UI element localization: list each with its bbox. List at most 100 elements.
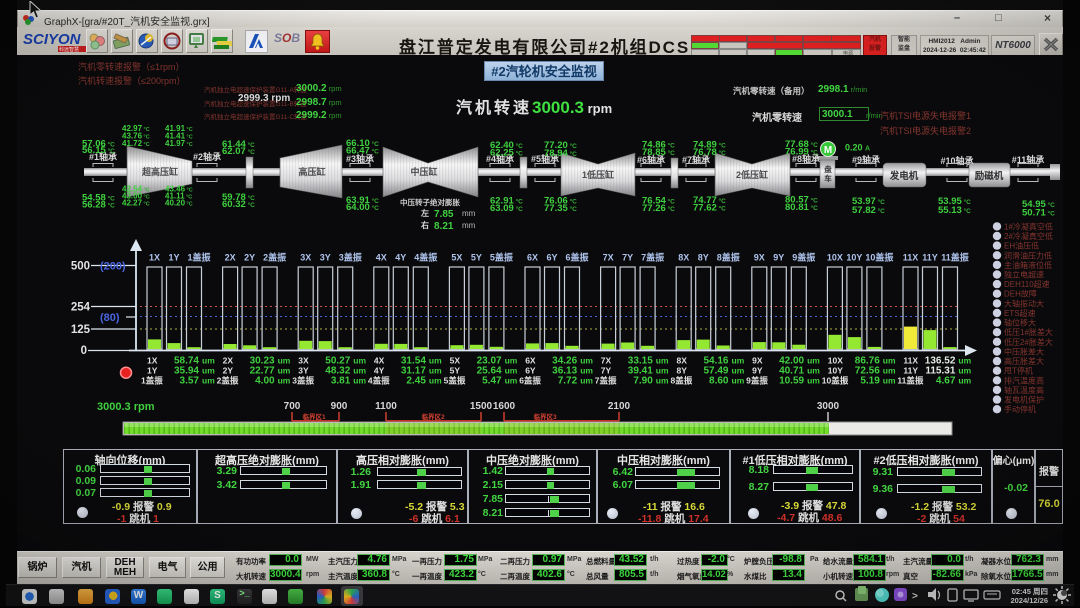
svg-text:4Y: 4Y <box>374 366 385 376</box>
svg-text:3盖振: 3盖振 <box>339 252 363 263</box>
svg-text:um: um <box>807 366 820 376</box>
svg-text:um: um <box>580 356 593 366</box>
svg-text:中压缸: 中压缸 <box>410 166 437 177</box>
svg-text:6Y: 6Y <box>546 253 557 263</box>
svg-text:6盖振: 6盖振 <box>519 376 541 386</box>
svg-text:排汽温度高: 排汽温度高 <box>1004 375 1044 385</box>
svg-text:8X: 8X <box>677 356 688 366</box>
svg-text:0: 0 <box>81 345 87 357</box>
svg-text:7X: 7X <box>601 356 612 366</box>
svg-text:7Y: 7Y <box>601 366 612 376</box>
svg-text:um: um <box>656 366 669 376</box>
svg-text:10.59: 10.59 <box>779 376 804 387</box>
svg-text:临界区3: 临界区3 <box>533 412 557 421</box>
svg-text:2Y: 2Y <box>244 253 255 263</box>
svg-text:1500: 1500 <box>470 401 493 412</box>
svg-text:9X: 9X <box>754 253 765 263</box>
svg-text:900: 900 <box>331 401 348 412</box>
svg-text:8盖振: 8盖振 <box>671 376 693 386</box>
svg-text:um: um <box>202 356 215 366</box>
svg-text:um: um <box>807 356 820 366</box>
svg-text:1100: 1100 <box>375 401 397 412</box>
svg-text:主油箱液位低: 主油箱液位低 <box>1004 260 1052 270</box>
svg-text:10盖振: 10盖振 <box>865 252 894 263</box>
svg-text:盘: 盘 <box>824 164 832 174</box>
svg-text:1Y: 1Y <box>147 366 158 376</box>
svg-text:um: um <box>958 356 971 366</box>
svg-text:手动停机: 手动停机 <box>1004 404 1036 414</box>
svg-text:2X: 2X <box>225 253 236 263</box>
svg-text:um: um <box>202 376 215 386</box>
svg-text:4X: 4X <box>374 356 385 366</box>
svg-text:2X: 2X <box>223 356 234 366</box>
svg-text:um: um <box>429 376 442 386</box>
svg-text:9Y: 9Y <box>773 253 784 263</box>
svg-text:4.67: 4.67 <box>936 376 956 387</box>
svg-text:发电机: 发电机 <box>889 170 919 182</box>
svg-text:3X: 3X <box>300 253 311 263</box>
svg-text:6盖振: 6盖振 <box>565 252 589 263</box>
svg-text:um: um <box>353 366 366 376</box>
svg-text:高压胀差大: 高压胀差大 <box>1004 356 1044 366</box>
svg-text:um: um <box>429 356 442 366</box>
svg-text:um: um <box>278 366 291 376</box>
svg-text:7Y: 7Y <box>622 253 633 263</box>
svg-text:#2轴承: #2轴承 <box>193 151 221 162</box>
svg-text:4X: 4X <box>376 253 387 263</box>
svg-text:3Y: 3Y <box>298 366 309 376</box>
svg-text:125: 125 <box>71 324 91 336</box>
svg-text:(80): (80) <box>100 312 120 324</box>
svg-text:um: um <box>278 376 291 386</box>
svg-text:um: um <box>807 376 820 386</box>
svg-text:超高压缸: 超高压缸 <box>141 166 178 177</box>
svg-text:轴位移大: 轴位移大 <box>1004 318 1036 328</box>
svg-text:um: um <box>429 366 442 376</box>
svg-text:4.00: 4.00 <box>255 376 275 387</box>
svg-text:甩T停机: 甩T停机 <box>1004 366 1033 376</box>
svg-text:右: 右 <box>420 220 429 230</box>
svg-text:2低压缸: 2低压缸 <box>736 169 768 180</box>
svg-text:3.57: 3.57 <box>180 376 200 387</box>
svg-text:3盖振: 3盖振 <box>292 376 314 386</box>
svg-text:6X: 6X <box>527 253 538 263</box>
svg-text:8Y: 8Y <box>698 253 709 263</box>
svg-text:um: um <box>958 376 971 386</box>
svg-text:ETS超速: ETS超速 <box>1004 308 1036 318</box>
svg-text:0.20 A: 0.20 A <box>845 143 870 153</box>
svg-text:11Y: 11Y <box>903 366 918 376</box>
svg-text:4盖振: 4盖振 <box>414 252 438 263</box>
svg-text:um: um <box>732 356 745 366</box>
svg-text:um: um <box>883 376 896 386</box>
svg-text:中压转子绝对膨胀: 中压转子绝对膨胀 <box>400 197 460 207</box>
svg-text:um: um <box>656 376 669 386</box>
svg-text:1X: 1X <box>149 253 160 263</box>
svg-text:1盖振: 1盖振 <box>187 252 211 263</box>
svg-text:um: um <box>958 366 971 376</box>
svg-text:10X: 10X <box>827 253 843 263</box>
svg-text:um: um <box>353 356 366 366</box>
svg-text:>: > <box>912 591 918 602</box>
svg-text:2盖振: 2盖振 <box>263 252 287 263</box>
svg-text:3.81: 3.81 <box>331 376 351 387</box>
svg-text:5Y: 5Y <box>450 366 461 376</box>
svg-text:大轴振动大: 大轴振动大 <box>1004 298 1044 308</box>
svg-text:mm: mm <box>462 209 476 218</box>
svg-text:8.60: 8.60 <box>709 376 729 387</box>
svg-text:um: um <box>505 376 518 386</box>
svg-text:DEH110超速: DEH110超速 <box>1004 279 1050 289</box>
svg-text:5X: 5X <box>451 253 462 263</box>
svg-text:6Y: 6Y <box>525 366 536 376</box>
svg-text:M: M <box>824 145 832 156</box>
svg-text:10X: 10X <box>828 356 843 366</box>
svg-text:1X: 1X <box>147 356 158 366</box>
svg-text:临界区2: 临界区2 <box>421 412 445 421</box>
svg-text:5盖振: 5盖振 <box>490 252 514 263</box>
svg-text:7.90: 7.90 <box>633 376 653 387</box>
svg-text:5Y: 5Y <box>471 253 482 263</box>
svg-text:2.45: 2.45 <box>406 376 426 387</box>
svg-text:um: um <box>278 356 291 366</box>
svg-text:润滑油压力低: 润滑油压力低 <box>1004 250 1052 260</box>
svg-text:7盖振: 7盖振 <box>595 376 617 386</box>
svg-text:3000.3 rpm: 3000.3 rpm <box>97 401 155 413</box>
svg-text:1低压缸: 1低压缸 <box>582 169 614 180</box>
